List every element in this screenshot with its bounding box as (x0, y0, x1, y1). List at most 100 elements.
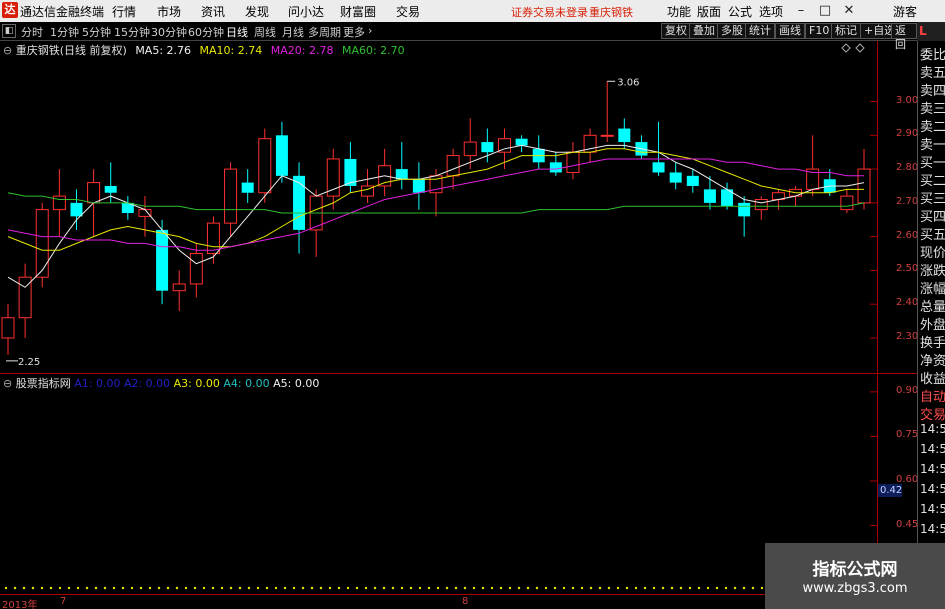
period-toolbar: ◧ 分时 1分钟 5分钟 15分钟 30分钟 60分钟 日线 周线 月线 多周期… (0, 22, 945, 51)
panel-item[interactable]: 换手 (920, 332, 945, 351)
price-tick-label: 3.00 (896, 94, 919, 106)
panel-item[interactable]: 交易 (920, 404, 945, 423)
panel-item[interactable]: 收益 (920, 368, 945, 387)
overlay-button[interactable]: 叠加 (689, 23, 719, 39)
panel-top-marker[interactable]: L (917, 22, 945, 41)
period-tab-multi[interactable]: 多周期 (308, 24, 341, 40)
restore-rights-button[interactable]: 复权 (661, 23, 691, 39)
panel-item[interactable]: 买三 (920, 188, 945, 207)
panel-item[interactable]: 总量 (920, 296, 945, 315)
panel-item[interactable]: 自动 (920, 386, 945, 405)
indicator-dot (238, 586, 242, 590)
indicator-dot (391, 586, 395, 590)
indicator-svg[interactable] (0, 374, 877, 594)
menu-formula[interactable]: 公式 (728, 3, 752, 20)
menu-news[interactable]: 资讯 (201, 3, 225, 20)
panel-time: 14:56 (920, 462, 945, 476)
chart-collapse-icon[interactable]: ⊖ (3, 44, 12, 57)
period-tab-timeshare[interactable]: 分时 (21, 24, 43, 40)
indicator-dot (292, 586, 296, 590)
candlestick-chart[interactable]: 3.06 2.25 (0, 41, 877, 373)
period-tab-15min[interactable]: 15分钟 (114, 24, 150, 40)
ma5-label: MA5: 2.76 (135, 44, 192, 57)
panel-item[interactable]: 卖二 (920, 116, 945, 135)
period-tab-5min[interactable]: 5分钟 (82, 24, 111, 40)
f10-button[interactable]: F10 (805, 23, 834, 39)
panel-toggle-icon[interactable]: ◧ (2, 24, 16, 38)
menu-discover[interactable]: 发现 (245, 3, 269, 20)
panel-item[interactable]: 买二 (920, 170, 945, 189)
panel-item[interactable]: 买一 (920, 152, 945, 171)
indicator-dot (715, 586, 719, 590)
chart-option-icon[interactable] (841, 43, 851, 53)
indicator-chart[interactable] (0, 374, 877, 594)
indicator-value-highlight: 0.42 (878, 484, 903, 497)
chart-title-line: ⊖ 重庆钢铁(日线 前复权) MA5: 2.76 MA10: 2.74 MA20… (3, 42, 405, 58)
price-tick-label: 2.40 (896, 297, 919, 309)
period-tab-monthly[interactable]: 月线 (282, 24, 304, 40)
indicator-dot (445, 586, 449, 590)
panel-item[interactable]: 卖四 (920, 80, 945, 99)
panel-item[interactable]: 卖五 (920, 62, 945, 81)
more-chevron-icon[interactable]: › (368, 24, 372, 37)
menu-options[interactable]: 选项 (759, 3, 783, 20)
candle-body (70, 202, 83, 217)
chart-option-icon[interactable] (855, 43, 865, 53)
guest-user[interactable]: 游客 (893, 3, 917, 20)
indicator-dot (688, 586, 692, 590)
panel-item[interactable]: 净资 (920, 350, 945, 369)
period-tab-1min[interactable]: 1分钟 (50, 24, 79, 40)
candle-body (104, 185, 117, 193)
indicator-dot (697, 586, 701, 590)
panel-item[interactable]: 卖三 (920, 98, 945, 117)
indicator-dot (418, 586, 422, 590)
indicator-dot (157, 586, 161, 590)
panel-item[interactable]: 现价 (920, 242, 945, 261)
period-tab-daily[interactable]: 日线 (226, 24, 248, 40)
candle-body (156, 229, 169, 291)
multi-stock-button[interactable]: 多股 (717, 23, 747, 39)
candlestick-svg[interactable]: 3.06 2.25 (0, 41, 877, 373)
period-tab-more[interactable]: 更多 (343, 24, 365, 40)
menu-trade[interactable]: 交易 (396, 3, 420, 20)
period-tab-60min[interactable]: 60分钟 (188, 24, 224, 40)
indicator-dot (22, 586, 26, 590)
indicator-dot (643, 586, 647, 590)
panel-time: 14:56 (920, 522, 945, 536)
close-icon[interactable]: ✕ (840, 2, 858, 19)
back-button[interactable]: 返回 (891, 23, 917, 51)
panel-item[interactable]: 委比 (920, 44, 945, 63)
menu-market[interactable]: 市场 (157, 3, 181, 20)
indicator-dot (211, 586, 215, 590)
draw-line-button[interactable]: 画线 (775, 23, 805, 39)
panel-item[interactable]: 外盘 (920, 314, 945, 333)
candle-body (738, 202, 751, 217)
period-tab-weekly[interactable]: 周线 (254, 24, 276, 40)
menu-function[interactable]: 功能 (667, 3, 691, 20)
minimize-icon[interactable]: – (792, 2, 810, 19)
candle-body (686, 175, 699, 186)
panel-item[interactable]: 卖一 (920, 134, 945, 153)
low-price-label: 2.25 (18, 357, 40, 368)
menu-layout[interactable]: 版面 (697, 3, 721, 20)
panel-item[interactable]: 涨幅 (920, 278, 945, 297)
panel-time: 14:56 (920, 422, 945, 436)
indicator-dot (742, 586, 746, 590)
indicator-collapse-icon[interactable]: ⊖ (3, 377, 12, 390)
trade-login-warning[interactable]: 证券交易未登录 (511, 4, 588, 20)
indicator-dot (580, 586, 584, 590)
statistics-button[interactable]: 统计 (745, 23, 775, 39)
panel-time: 14:56 (920, 482, 945, 496)
mark-button[interactable]: 标记 (831, 23, 861, 39)
candle-body (275, 135, 288, 176)
indicator-dot (472, 586, 476, 590)
panel-item[interactable]: 买四 (920, 206, 945, 225)
indicator-dot (544, 586, 548, 590)
panel-item[interactable]: 涨跌 (920, 260, 945, 279)
period-tab-30min[interactable]: 30分钟 (151, 24, 187, 40)
menu-wealth[interactable]: 财富圈 (340, 3, 376, 20)
maximize-icon[interactable]: □ (816, 2, 834, 19)
menu-ask[interactable]: 问小达 (288, 3, 324, 20)
panel-item[interactable]: 买五 (920, 224, 945, 243)
menu-quotes[interactable]: 行情 (112, 3, 136, 20)
